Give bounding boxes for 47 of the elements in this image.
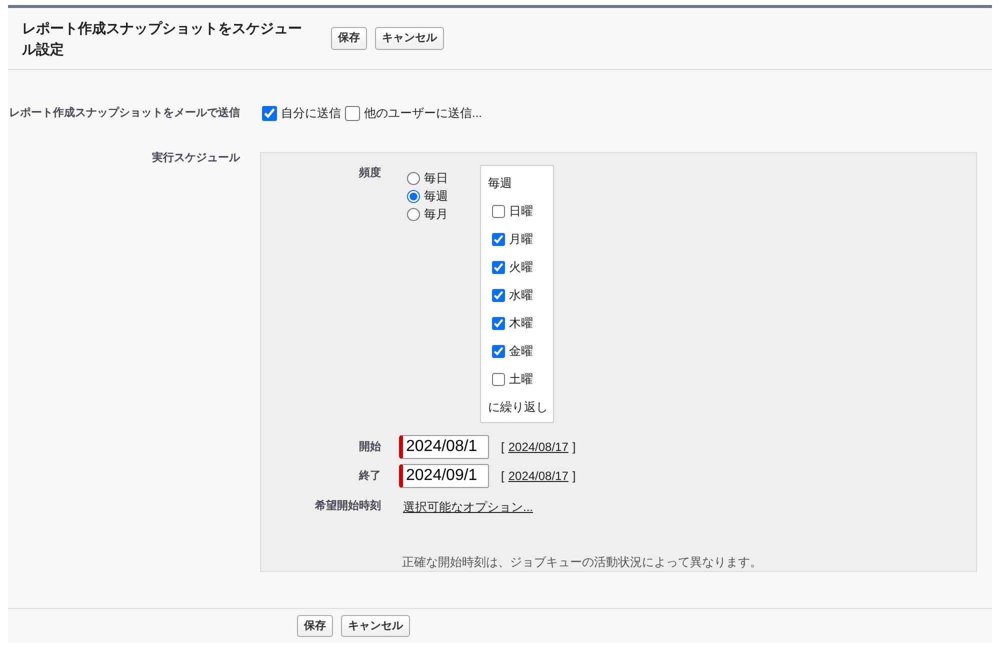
date-field[interactable]: 2024/09/1 [399,464,489,488]
panel-title: 毎週 [488,175,513,192]
checkbox[interactable] [492,345,505,358]
field-label: レポート作成スナップショットをメールで送信 [8,106,240,121]
checkbox[interactable] [345,106,360,120]
day-label: 日曜 [509,204,533,218]
bracket-text: [ [501,440,504,454]
checkbox[interactable] [492,373,505,386]
checkbox[interactable] [262,106,277,120]
date-field[interactable]: 2024/08/1 [399,435,489,459]
option-label: 自分に送信 [281,105,341,122]
info-note: 正確な開始時刻は、ジョブキューの活動状況によって異なります。 [402,554,763,571]
option-label: 毎月 [424,206,448,223]
field-label: 実行スケジュール [151,150,240,166]
radio-button[interactable] [407,172,420,184]
checkbox[interactable] [492,233,505,246]
day-label: 水曜 [509,288,533,302]
options-link[interactable]: 選択可能なオプション... [403,498,534,516]
radio-button[interactable] [407,190,420,202]
bracket-text: ] [572,440,576,454]
option-label: 毎週 [424,188,448,205]
field-label: 希望開始時刻 [314,498,381,514]
today-link[interactable]: 2024/08/17 [508,440,568,454]
checkbox[interactable] [492,317,505,330]
field-label: 頻度 [358,166,381,181]
day-label: 月曜 [509,232,533,246]
bracket-text: ] [572,469,576,483]
bracket-text: [ [501,469,504,483]
checkbox[interactable] [492,289,505,302]
day-label: 土曜 [509,372,533,386]
day-label: 木曜 [509,316,533,330]
checkbox[interactable] [492,261,505,274]
radio-button[interactable] [407,208,420,220]
day-label: 金曜 [509,344,533,358]
today-link[interactable]: 2024/08/17 [508,469,568,483]
field-label: 終了 [358,468,381,484]
repeat-label: に繰り返し [488,399,546,416]
footer-action-button[interactable]: キャンセル [341,614,410,638]
option-label: 毎日 [424,170,448,187]
day-label: 火曜 [509,260,533,274]
footer-action-button[interactable]: 保存 [297,614,333,638]
action-button[interactable]: キャンセル [375,27,444,50]
page-title: レポート作成スナップショットをスケジュール設定 [22,19,303,58]
field-label: 開始 [358,440,381,455]
option-label: 他のユーザーに送信... [364,105,482,122]
checkbox[interactable] [492,205,505,218]
action-button[interactable]: 保存 [331,27,367,50]
